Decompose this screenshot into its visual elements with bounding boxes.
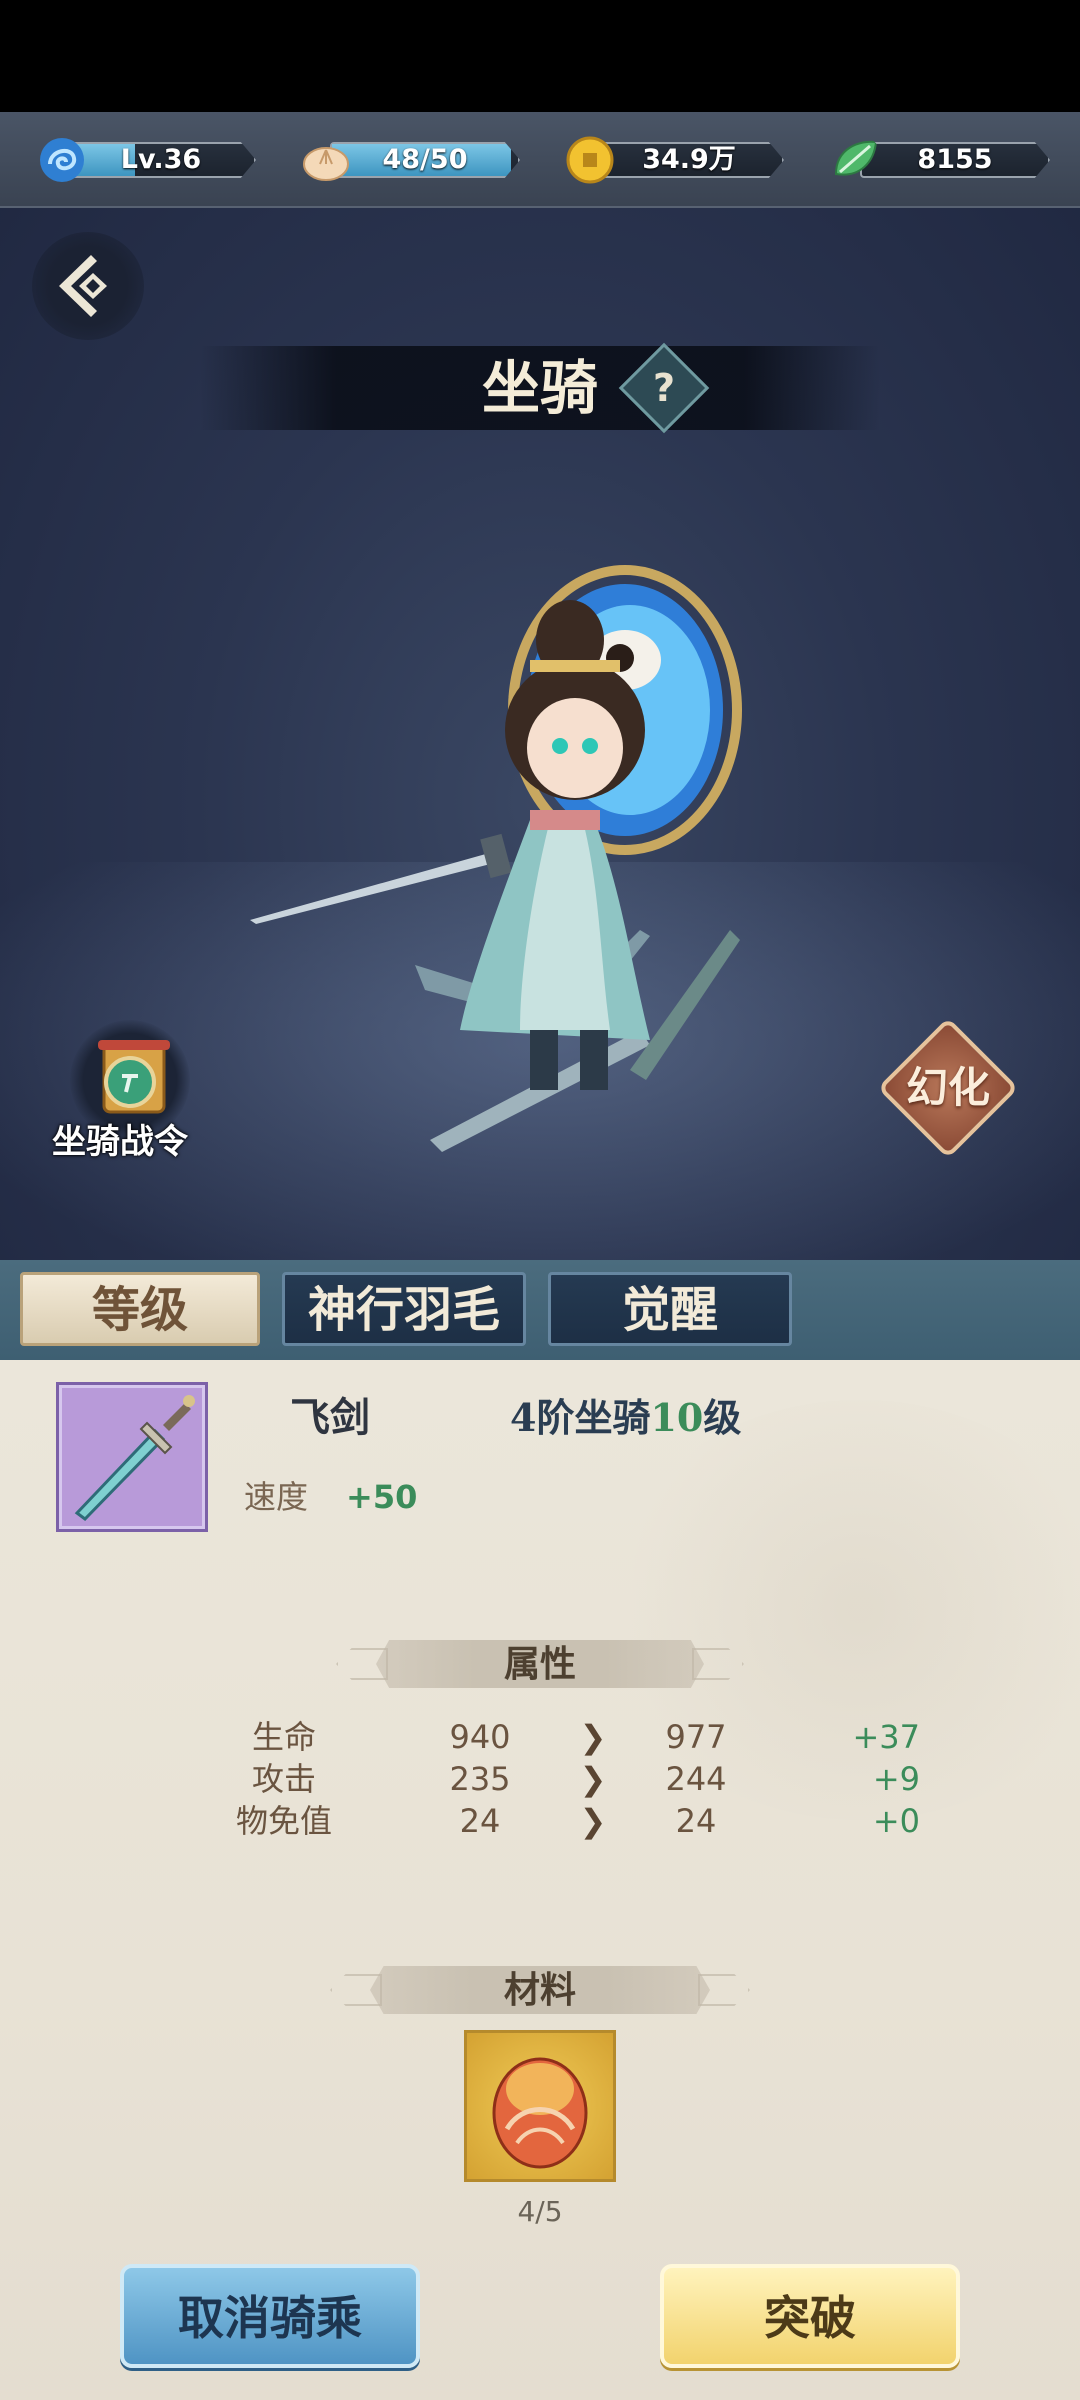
attributes-header: 属性	[336, 1636, 744, 1692]
material-slot[interactable]	[464, 2030, 616, 2182]
materials-header: 材料	[330, 1962, 750, 2018]
page-title: 坐骑	[481, 354, 598, 422]
back-arrow-icon	[59, 255, 107, 317]
mount-name: 飞剑	[290, 1394, 370, 1441]
back-button[interactable]	[32, 232, 144, 340]
stat-row-hp: 生命 940 ❯ 977 +37	[251, 1718, 920, 1756]
resource-gold[interactable]: 34.9万	[564, 134, 784, 186]
mount-item-slot[interactable]	[56, 1382, 208, 1532]
tab-feather[interactable]: 神行羽毛	[282, 1272, 526, 1346]
resource-level[interactable]: Lv.36	[36, 134, 256, 186]
resource-bar: Lv.36 48/50 34.9万 8155	[0, 112, 1080, 208]
flying-sword-icon	[74, 1395, 195, 1521]
mount-pass-button[interactable]: 坐骑战令	[40, 1020, 200, 1170]
arrow-right-icon: ❯	[579, 1760, 607, 1798]
tab-awaken[interactable]: 觉醒	[548, 1272, 792, 1346]
material-count: 4/5	[517, 2195, 563, 2228]
scroll-icon	[98, 1040, 170, 1114]
mount-character-illustration	[250, 565, 742, 1152]
status-bar	[0, 0, 1080, 112]
speed-value: +50	[346, 1478, 418, 1516]
phoenix-egg-icon	[492, 2057, 588, 2169]
arrow-right-icon: ❯	[579, 1718, 607, 1756]
resource-stamina[interactable]: 48/50	[300, 134, 520, 186]
breakthrough-button[interactable]: 突破	[660, 2264, 960, 2368]
morph-button[interactable]: 幻化	[877, 1017, 1019, 1159]
cancel-ride-button[interactable]: 取消骑乘	[120, 2264, 420, 2368]
speed-label: 速度	[244, 1478, 309, 1516]
stat-row-phys-immunity: 物免值 24 ❯ 24 +0	[235, 1802, 920, 1840]
tab-level[interactable]: 等级	[20, 1272, 260, 1346]
arrow-right-icon: ❯	[579, 1802, 607, 1840]
help-icon: ?	[652, 366, 676, 410]
resource-jade[interactable]: 8155	[830, 134, 1050, 186]
mount-rank: 4阶坐骑10级	[510, 1395, 742, 1440]
tab-bar: 等级 神行羽毛 觉醒	[0, 1260, 1080, 1360]
stat-row-attack: 攻击 235 ❯ 244 +9	[251, 1760, 920, 1798]
